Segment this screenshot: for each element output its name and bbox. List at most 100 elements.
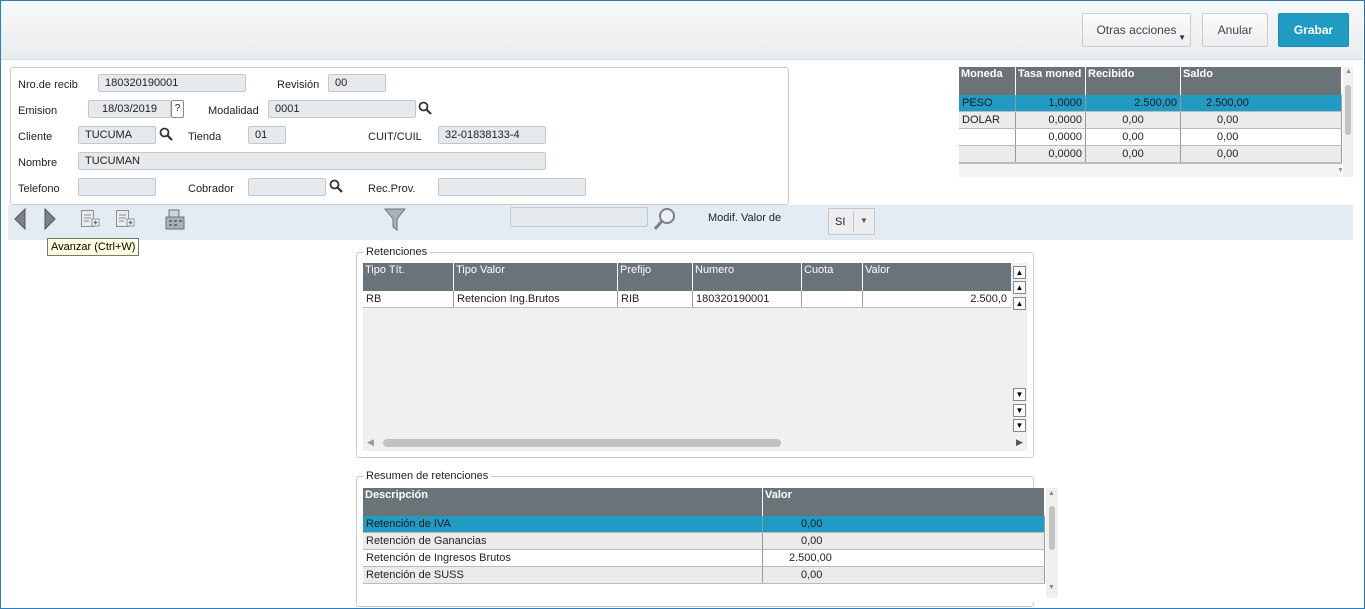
cell: Retención de Ingresos Brutos: [363, 549, 763, 567]
currency-grid: Moneda Tasa moned Recibido Saldo PESO 1,…: [959, 67, 1342, 177]
table-row[interactable]: DOLAR 0,0000 0,00 0,00: [959, 111, 1342, 129]
telefono-label: Telefono: [18, 183, 60, 195]
col-numero[interactable]: Numero: [692, 263, 802, 291]
cell: 0,00: [762, 532, 1045, 550]
modif-valor-value: SI: [835, 216, 846, 228]
cobrador-label: Cobrador: [188, 183, 234, 195]
table-row[interactable]: Retención de Ingresos Brutos 2.500,00: [363, 549, 1045, 567]
add-document-icon[interactable]: [115, 209, 135, 229]
col-prefijo[interactable]: Prefijo: [617, 263, 693, 291]
recprov-field[interactable]: [438, 178, 586, 196]
table-row[interactable]: Retención de Ganancias 0,00: [363, 532, 1045, 550]
cell: 0,00: [1180, 145, 1342, 163]
cobrador-field[interactable]: [248, 178, 326, 196]
forward-icon[interactable]: [43, 208, 57, 230]
col-tipo-tit[interactable]: Tipo Tít.: [363, 263, 454, 291]
table-row[interactable]: RB Retencion Ing.Brutos RIB 180320190001…: [363, 291, 1011, 308]
otras-acciones-button[interactable]: Otras acciones ▼: [1082, 13, 1191, 47]
cuit-field[interactable]: 32-01838133-4: [438, 126, 546, 144]
scroll-left-icon[interactable]: ◀: [367, 437, 374, 448]
search-icon[interactable]: [418, 101, 432, 115]
nav-toolbar: Modif. Valor de SI ▼: [8, 205, 1353, 240]
cliente-field[interactable]: TUCUMA: [78, 126, 156, 144]
search-icon[interactable]: [652, 206, 678, 232]
table-row[interactable]: PESO 1,0000 2.500,00 2.500,00: [959, 95, 1342, 112]
telefono-field[interactable]: [78, 178, 156, 196]
cuit-label: CUIT/CUIL: [368, 131, 422, 143]
emision-label: Emision: [18, 105, 58, 117]
currency-scrollbar[interactable]: ▲: [1343, 67, 1353, 177]
search-icon[interactable]: [159, 127, 173, 141]
cell: 0,0000: [1015, 128, 1086, 146]
add-document-icon[interactable]: [80, 209, 100, 229]
resumen-grid: Descripción Valor Retención de IVA 0,00 …: [363, 488, 1045, 602]
scroll-thumb[interactable]: [383, 439, 781, 447]
col-cuota[interactable]: Cuota: [801, 263, 863, 291]
table-row[interactable]: 0,0000 0,00 0,00: [959, 128, 1342, 146]
retenciones-legend: Retenciones: [366, 246, 428, 258]
col-recibido[interactable]: Recibido: [1085, 67, 1181, 95]
col-moneda[interactable]: Moneda: [959, 67, 1016, 95]
scroll-right-icon[interactable]: ▶: [1016, 437, 1023, 448]
revision-label: Revisión: [277, 79, 320, 91]
anular-button[interactable]: Anular: [1202, 13, 1268, 47]
modalidad-field[interactable]: 0001: [268, 100, 416, 118]
scroll-down-icon[interactable]: ▼: [1013, 388, 1026, 401]
cell: Retención de Ganancias: [363, 532, 763, 550]
cell: 2.500,00: [1085, 95, 1181, 112]
cell: 1,0000: [1015, 95, 1086, 112]
retenciones-grid: Tipo Tít. Tipo Valor Prefijo Numero Cuot…: [363, 263, 1011, 435]
retenciones-vscroll[interactable]: ▲ ▲ ▲ ▼ ▼ ▼: [1011, 263, 1027, 435]
scroll-page-down-icon[interactable]: ▼: [1013, 404, 1026, 417]
modif-valor-select[interactable]: SI ▼: [828, 208, 875, 235]
cell: 0,00: [762, 566, 1045, 584]
scroll-up-icon[interactable]: ▲: [1345, 68, 1352, 75]
back-icon[interactable]: [13, 208, 27, 230]
scroll-top-icon[interactable]: ▲: [1013, 266, 1026, 279]
col-valor[interactable]: Valor: [862, 263, 1011, 291]
col-descripcion[interactable]: Descripción: [363, 488, 763, 516]
cell: 0,00: [1085, 128, 1181, 146]
scroll-thumb[interactable]: [1049, 506, 1055, 550]
search-input[interactable]: [510, 207, 648, 227]
cell: 0,0000: [1015, 145, 1086, 163]
cell: 2.500,00: [1180, 95, 1342, 112]
nro-recib-label: Nro.de recib: [18, 79, 78, 91]
emision-field[interactable]: 18/03/2019: [88, 100, 171, 118]
modif-valor-label: Modif. Valor de: [708, 212, 782, 224]
retenciones-hscroll[interactable]: ◀ ▶: [363, 435, 1027, 451]
scroll-bottom-icon[interactable]: ▼: [1013, 419, 1026, 432]
cell: 0,0000: [1015, 111, 1086, 129]
table-row[interactable]: Retención de IVA 0,00: [363, 516, 1045, 533]
col-valor[interactable]: Valor: [762, 488, 1045, 516]
currency-table: Moneda Tasa moned Recibido Saldo PESO 1,…: [959, 67, 1342, 163]
cell: Retención de SUSS: [363, 566, 763, 584]
col-tasa[interactable]: Tasa moned: [1015, 67, 1086, 95]
scroll-up-icon[interactable]: ▲: [1048, 490, 1055, 497]
cell: Retencion Ing.Brutos: [453, 291, 618, 308]
nro-recib-field[interactable]: 180320190001: [98, 74, 246, 92]
recprov-label: Rec.Prov.: [368, 183, 416, 195]
scroll-page-up-icon[interactable]: ▲: [1013, 281, 1026, 294]
revision-field[interactable]: 00: [328, 74, 386, 92]
filter-icon[interactable]: [384, 207, 406, 233]
cash-register-icon[interactable]: [163, 207, 187, 231]
scroll-down-icon[interactable]: ▼: [1048, 584, 1055, 591]
search-icon[interactable]: [329, 179, 343, 193]
col-saldo[interactable]: Saldo: [1180, 67, 1342, 95]
modalidad-label: Modalidad: [208, 105, 259, 117]
scroll-up-icon[interactable]: ▲: [1013, 297, 1026, 310]
nombre-label: Nombre: [18, 157, 58, 169]
scroll-thumb[interactable]: [1345, 85, 1351, 135]
tienda-field[interactable]: 01: [248, 126, 286, 144]
help-icon[interactable]: ?: [171, 100, 184, 118]
table-row[interactable]: Retención de SUSS 0,00: [363, 566, 1045, 584]
resumen-scrollbar[interactable]: ▲ ▼: [1046, 488, 1058, 598]
nombre-field[interactable]: TUCUMAN: [78, 152, 546, 170]
cell: [959, 145, 1016, 163]
cell: [959, 128, 1016, 146]
cell: RB: [363, 291, 454, 308]
col-tipo-valor[interactable]: Tipo Valor: [453, 263, 618, 291]
grabar-button[interactable]: Grabar: [1278, 13, 1349, 47]
table-row[interactable]: 0,0000 0,00 0,00: [959, 145, 1342, 163]
